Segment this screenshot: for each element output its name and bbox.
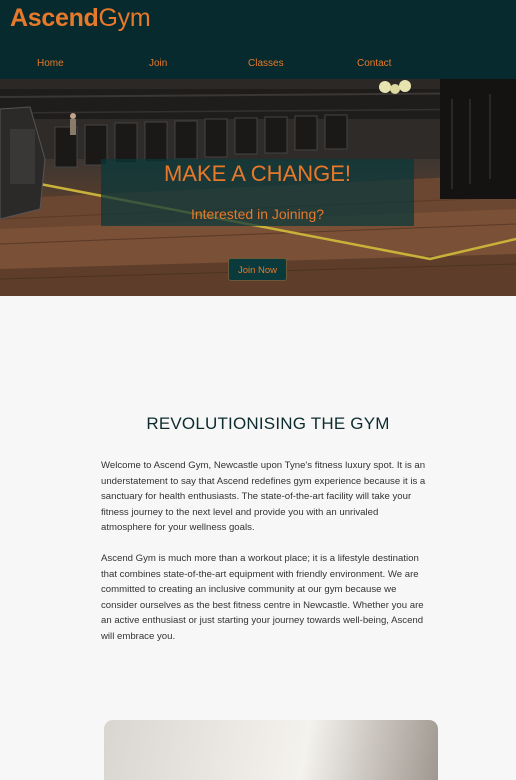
- hero-subtitle: Interested in Joining?: [190, 206, 325, 222]
- nav-contact[interactable]: Contact: [357, 58, 391, 69]
- brand-bold: Ascend: [10, 4, 99, 32]
- join-now-button[interactable]: Join Now: [228, 258, 287, 281]
- brand-light: Gym: [98, 4, 151, 32]
- brand-logo[interactable]: AscendGym: [10, 4, 151, 33]
- nav-home[interactable]: Home: [37, 58, 64, 69]
- main-nav: Home Join Classes Contact: [0, 58, 516, 72]
- hero-title: MAKE A CHANGE!: [163, 161, 352, 186]
- about-title: REVOLUTIONISING THE GYM: [146, 414, 390, 433]
- hero-banner: MAKE A CHANGE! Interested in Joining? Jo…: [0, 79, 516, 296]
- site-header: AscendGym Home Join Classes Contact: [0, 0, 516, 79]
- about-paragraph-1: Welcome to Ascend Gym, Newcastle upon Ty…: [101, 460, 426, 533]
- nav-classes[interactable]: Classes: [248, 58, 284, 69]
- gallery-image: [104, 720, 438, 780]
- nav-join[interactable]: Join: [149, 58, 167, 69]
- about-paragraph-2: Ascend Gym is much more than a workout p…: [101, 553, 424, 642]
